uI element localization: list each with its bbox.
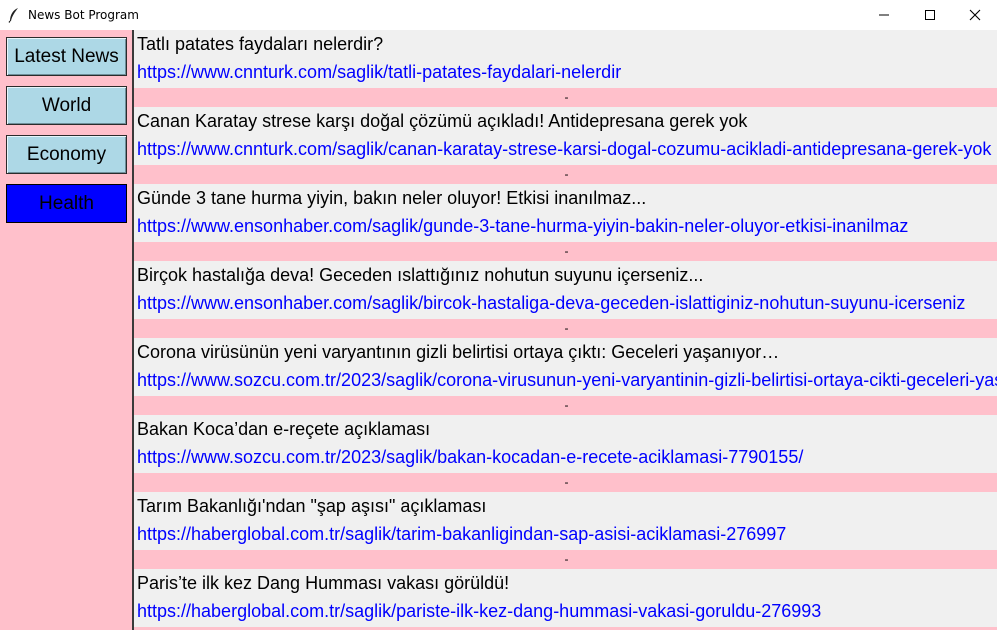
news-separator: - [134,242,997,261]
news-separator: - [134,473,997,492]
news-item: Canan Karatay strese karşı doğal çözümü … [134,107,997,184]
news-link[interactable]: https://www.sozcu.com.tr/2023/saglik/bak… [134,443,997,473]
news-title: Canan Karatay strese karşı doğal çözümü … [134,107,997,135]
news-title: Tatlı patates faydaları nelerdir? [134,30,997,58]
news-item: Birçok hastalığa deva! Geceden ıslattığı… [134,261,997,338]
news-item: Paris’te ilk kez Dang Humması vakası gör… [134,569,997,630]
maximize-icon [925,10,935,20]
news-item: Günde 3 tane hurma yiyin, bakın neler ol… [134,184,997,261]
client-area: Latest News World Economy Health Tatlı p… [0,30,997,630]
latest-news-button[interactable]: Latest News [6,37,127,76]
news-title: Günde 3 tane hurma yiyin, bakın neler ol… [134,184,997,212]
feather-icon [7,7,21,23]
news-title: Paris’te ilk kez Dang Humması vakası gör… [134,569,997,597]
title-bar: News Bot Program [0,0,997,30]
news-separator: - [134,550,997,569]
close-icon [969,9,981,21]
news-separator: - [134,319,997,338]
news-link[interactable]: https://haberglobal.com.tr/saglik/parist… [134,597,997,627]
news-separator: - [134,88,997,107]
economy-button[interactable]: Economy [6,135,127,174]
news-link[interactable]: https://www.cnnturk.com/saglik/tatli-pat… [134,58,997,88]
minimize-button[interactable] [861,0,907,30]
news-title: Birçok hastalığa deva! Geceden ıslattığı… [134,261,997,289]
health-button[interactable]: Health [6,184,127,223]
news-separator: - [134,165,997,184]
news-title: Bakan Koca’dan e-reçete açıklaması [134,415,997,443]
maximize-button[interactable] [907,0,953,30]
news-item: Corona virüsünün yeni varyantının gizli … [134,338,997,415]
news-item: Tatlı patates faydaları nelerdir? https:… [134,30,997,107]
news-item: Tarım Bakanlığı'ndan "şap aşısı" açıklam… [134,492,997,569]
news-link[interactable]: https://www.ensonhaber.com/saglik/gunde-… [134,212,997,242]
window-title: News Bot Program [28,8,139,22]
news-link[interactable]: https://www.sozcu.com.tr/2023/saglik/cor… [134,366,997,396]
news-list: Tatlı patates faydaları nelerdir? https:… [132,30,997,630]
minimize-icon [879,14,889,16]
news-title: Tarım Bakanlığı'ndan "şap aşısı" açıklam… [134,492,997,520]
news-link[interactable]: https://www.ensonhaber.com/saglik/bircok… [134,289,997,319]
news-item: Bakan Koca’dan e-reçete açıklaması https… [134,415,997,492]
news-link[interactable]: https://www.cnnturk.com/saglik/canan-kar… [134,135,997,165]
close-button[interactable] [952,0,997,30]
news-title: Corona virüsünün yeni varyantının gizli … [134,338,997,366]
world-button[interactable]: World [6,86,127,125]
news-link[interactable]: https://haberglobal.com.tr/saglik/tarim-… [134,520,997,550]
news-separator: - [134,396,997,415]
category-sidebar: Latest News World Economy Health [0,30,132,630]
